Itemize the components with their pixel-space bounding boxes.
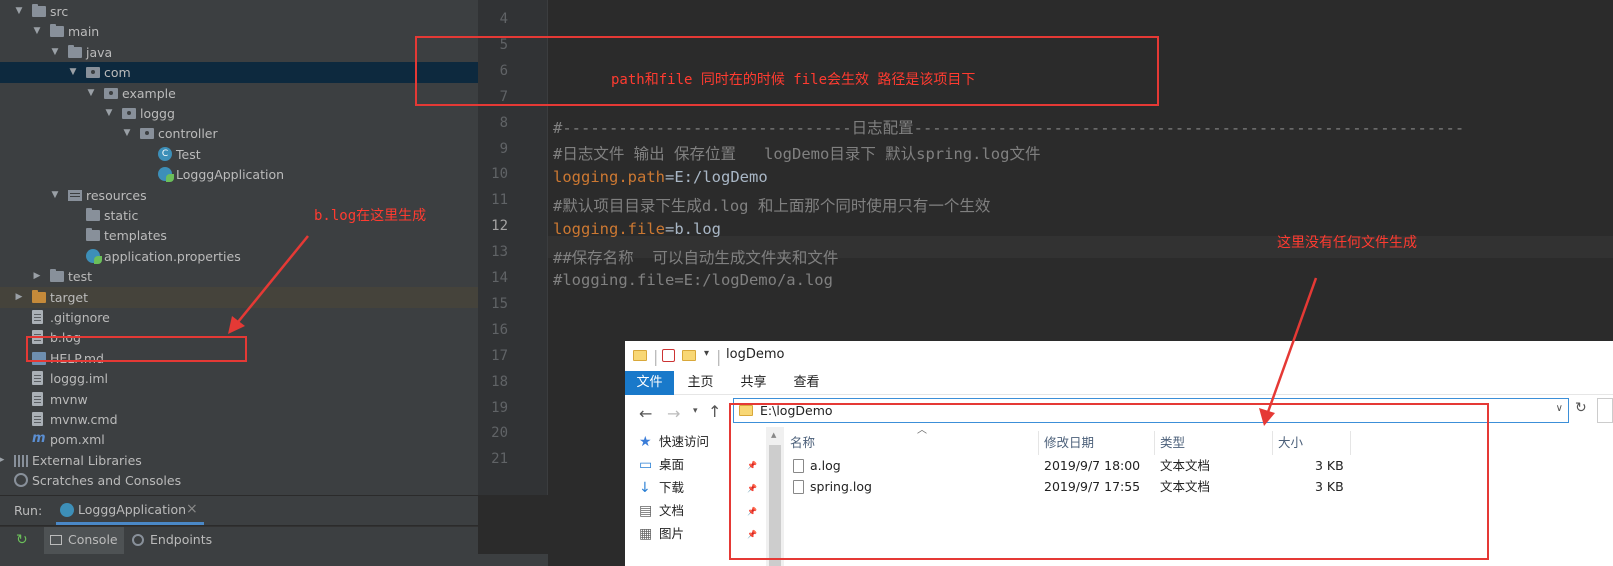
- arrow-head-explorer: [1259, 408, 1275, 426]
- arrow-head-blog: [228, 316, 245, 334]
- arrow-to-explorer: [1266, 277, 1318, 413]
- arrow-to-blog: [237, 235, 309, 323]
- annotation-arrows: [228, 235, 1318, 426]
